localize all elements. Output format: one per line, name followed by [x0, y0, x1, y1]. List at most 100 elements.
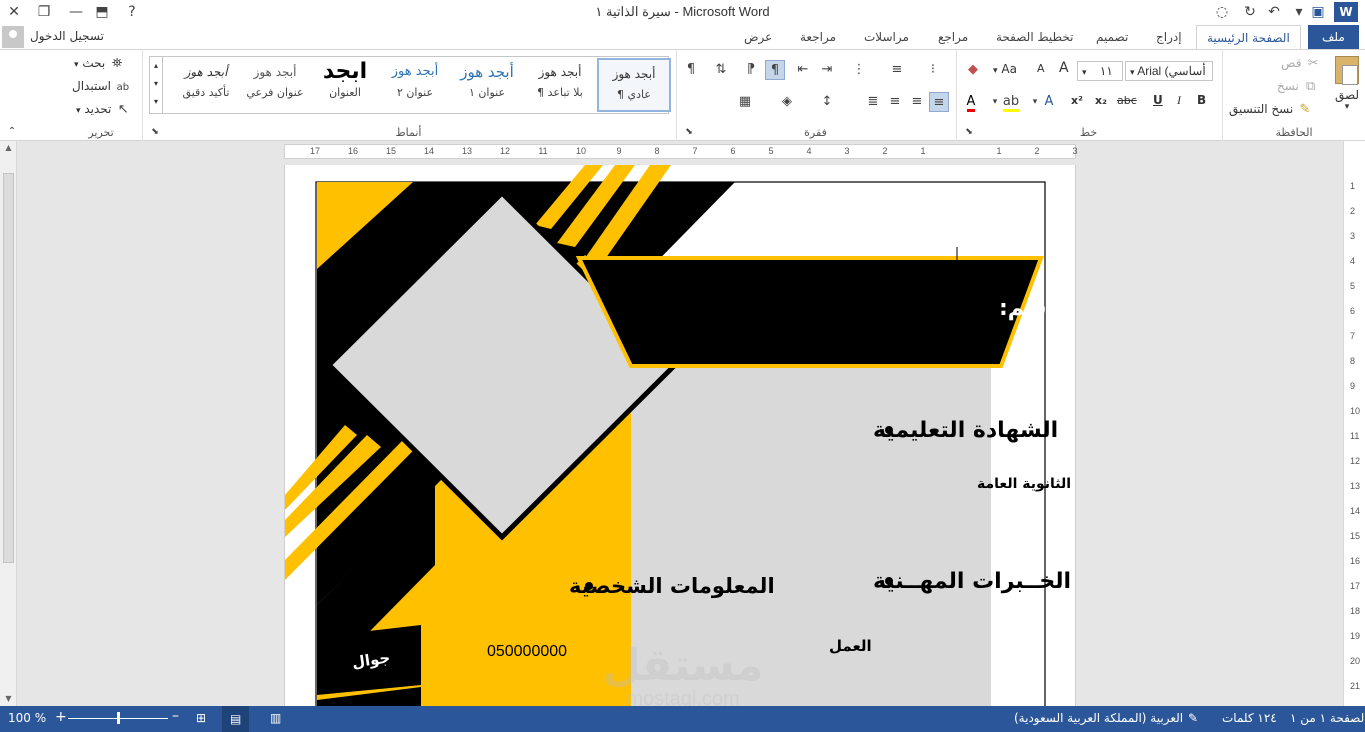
tab-view[interactable]: عرض [744, 25, 772, 49]
sign-in[interactable]: تسجيل الدخول [0, 25, 140, 49]
style-name: عنوان ١ [468, 86, 506, 99]
style-heading-2[interactable]: أبجد هوز عنوان ٢ [378, 58, 452, 112]
line-spacing-icon[interactable]: ↕ [817, 92, 837, 112]
multilevel-list-icon[interactable]: ⋮ [849, 60, 869, 80]
document-page[interactable]: الاسم: الشهادة التعليمية الثانوية العامة… [284, 165, 1076, 710]
borders-icon[interactable]: ▦ [735, 92, 755, 112]
subscript-button[interactable]: x₂ [1095, 94, 1107, 107]
tab-mailings[interactable]: مراسلات [864, 25, 909, 49]
strikethrough-button[interactable]: abc [1117, 94, 1137, 107]
scroll-thumb[interactable] [3, 173, 14, 563]
font-size-combo[interactable]: ▾ ١١ [1077, 61, 1123, 81]
cut-button[interactable]: قص ✂ [1281, 56, 1321, 72]
style-subtle-emphasis[interactable]: أبجد هوز تأكيد دقيق [169, 58, 243, 112]
ltr-icon[interactable]: ⁋ [741, 60, 761, 80]
touch-mode-icon[interactable]: ◌ [1210, 2, 1234, 22]
styles-group-label: أنماط [395, 126, 422, 139]
ruler-tick-label: 3 [844, 146, 850, 156]
page-number[interactable]: الصفحة ١ من ١ [1290, 711, 1365, 725]
zoom-slider-thumb[interactable] [117, 712, 120, 724]
scroll-down-icon[interactable]: ▼ [0, 692, 17, 706]
tab-design[interactable]: تصميم [1096, 25, 1128, 49]
styles-launcher-icon[interactable]: ⬊ [145, 122, 165, 142]
style-name: عنوان ٢ [396, 86, 434, 99]
change-case-label: Aa [1001, 62, 1017, 76]
format-painter-button[interactable]: نسخ التنسيق ✎ [1229, 102, 1313, 118]
paragraph-launcher-icon[interactable]: ⬊ [679, 122, 699, 142]
superscript-button[interactable]: x² [1071, 94, 1083, 107]
bold-button[interactable]: B [1197, 93, 1206, 107]
shrink-font-button[interactable]: A [1037, 62, 1045, 75]
save-icon[interactable]: ▣ [1306, 2, 1330, 22]
education-heading[interactable]: الشهادة التعليمية [873, 418, 1058, 443]
change-case-button[interactable]: ▾ Aa [993, 62, 1017, 76]
name-label[interactable]: الاسم: [999, 296, 1071, 321]
scroll-up-icon[interactable]: ▲ [0, 141, 17, 155]
font-name-dropdown-icon: ▾ [1130, 67, 1135, 77]
align-center-icon[interactable]: ≡ [885, 92, 905, 112]
read-mode-icon[interactable]: ▥ [270, 711, 281, 725]
tab-layout[interactable]: تخطيط الصفحة [996, 25, 1073, 49]
align-left-icon[interactable]: ≡ [907, 92, 927, 112]
align-right-icon[interactable]: ≡ [929, 92, 949, 112]
experience-value[interactable]: العمل [829, 637, 872, 655]
styles-group: ▴ ▾ ▾ أبجد هوز تأكيد دقيق أبجد هوز عنوان… [142, 50, 674, 141]
print-layout-icon[interactable]: ▤ [222, 706, 250, 732]
binoculars-icon: ⛯ [111, 56, 123, 71]
proofing-icon[interactable]: ✎ [1188, 711, 1198, 725]
ruler-tick-label: 15 [385, 146, 397, 156]
rtl-icon[interactable]: ¶ [765, 60, 785, 80]
select-button[interactable]: ▾ تحديد ↖ [76, 102, 131, 118]
tab-insert[interactable]: إدراج [1156, 25, 1182, 49]
vertical-scrollbar[interactable]: ▲ ▼ [0, 141, 17, 706]
replace-button[interactable]: استبدال ab [72, 79, 131, 96]
style-normal[interactable]: أبجد هوز ¶ عادي [597, 58, 671, 112]
decrease-indent-icon[interactable]: ⇥ [817, 60, 837, 80]
zoom-in-icon[interactable]: + [55, 709, 67, 725]
tab-references[interactable]: مراجع [938, 25, 968, 49]
pilcrow-icon[interactable]: ¶ [681, 60, 701, 80]
style-subtitle[interactable]: أبجد هوز عنوان فرعي [238, 58, 312, 112]
style-name: العنوان [329, 86, 361, 99]
find-button[interactable]: ▾ بحث ⛯ [74, 56, 125, 72]
language-indicator[interactable]: العربية (المملكة العربية السعودية) [1014, 711, 1183, 725]
bullets-icon[interactable]: ⁝ [923, 60, 943, 80]
sort-icon[interactable]: ⇅ [711, 60, 731, 80]
style-no-spacing[interactable]: أبجد هوز ¶ بلا تباعد [523, 58, 597, 112]
tab-home[interactable]: الصفحة الرئيسية [1196, 25, 1301, 50]
shading-icon[interactable]: ◈ [777, 92, 797, 112]
paste-button[interactable]: لصق ▾ [1329, 56, 1365, 112]
mobile-value[interactable]: 050000000 [487, 643, 567, 660]
zoom-level[interactable]: 100 % [8, 711, 46, 725]
font-launcher-icon[interactable]: ⬊ [959, 122, 979, 142]
copy-button[interactable]: نسخ ⧉ [1277, 79, 1319, 95]
web-layout-icon[interactable]: ⊞ [196, 711, 206, 725]
tab-review[interactable]: مراجعة [800, 25, 836, 49]
font-color-icon[interactable]: A [961, 92, 981, 112]
increase-indent-icon[interactable]: ⇤ [793, 60, 813, 80]
style-heading-1[interactable]: أبجد هوز عنوان ١ [450, 58, 524, 112]
paragraph-group-label: فقرة [804, 126, 827, 139]
replace-label: استبدال [72, 79, 111, 93]
grow-font-button[interactable]: A [1059, 60, 1069, 76]
personal-heading[interactable]: المعلومات الشخصية [569, 574, 775, 598]
undo-icon[interactable]: ↶ [1262, 2, 1286, 22]
text-effects-icon[interactable]: A [1039, 92, 1059, 112]
justify-icon[interactable]: ≣ [863, 92, 883, 112]
style-title[interactable]: ابجد العنوان [308, 58, 382, 112]
numbering-icon[interactable]: ≡ [887, 60, 907, 80]
underline-button[interactable]: U [1153, 93, 1163, 107]
italic-button[interactable]: I [1177, 93, 1181, 108]
zoom-out-icon[interactable]: – [172, 708, 179, 724]
education-value[interactable]: الثانوية العامة [977, 476, 1071, 492]
word-count[interactable]: ١٢٤ كلمات [1222, 711, 1277, 725]
clear-formatting-icon[interactable]: ◆ [963, 60, 983, 80]
select-label: تحديد [84, 102, 112, 116]
collapse-ribbon-icon[interactable]: ⌃ [2, 122, 22, 142]
highlight-icon[interactable]: ab [1001, 92, 1021, 112]
experience-heading[interactable]: الخــبرات المهــنية [873, 569, 1071, 594]
font-name-combo[interactable]: ▾ Arial (أساسي [1125, 61, 1213, 81]
horizontal-ruler[interactable]: 17 16 15 14 13 12 11 10 9 8 7 6 5 4 3 2 1 1 2 3 [284, 144, 1078, 159]
tab-file[interactable]: ملف [1308, 25, 1359, 49]
redo-icon[interactable]: ↻ [1238, 2, 1262, 22]
